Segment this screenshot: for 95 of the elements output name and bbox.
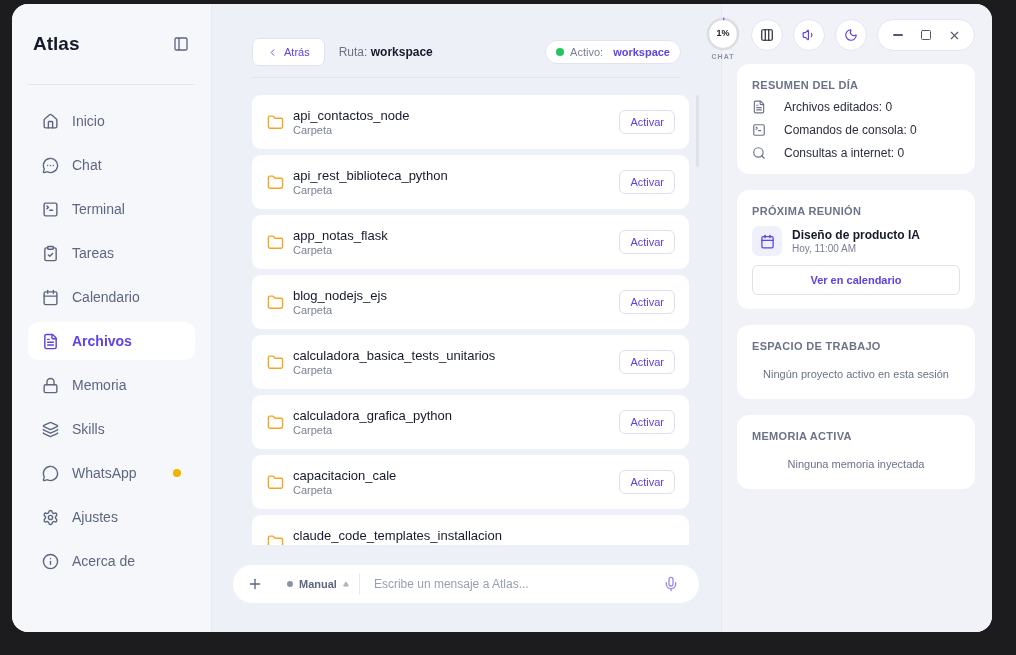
folder-type: Carpeta [293, 364, 334, 376]
nav-item[interactable]: Skills [28, 410, 195, 448]
active-workspace-badge: Activo: workspace [545, 40, 681, 64]
app-title: Atlas [33, 33, 80, 55]
terminal-icon [752, 123, 766, 137]
mode-selector[interactable]: Manual [275, 573, 360, 595]
activate-button[interactable]: Activar [619, 350, 675, 374]
speech-bubble-icon [42, 464, 59, 482]
meeting-time: Hoy, 11:00 AM [792, 243, 858, 254]
clipboard-icon [42, 244, 59, 262]
empty-message: Ningún proyecto activo en esta sesión [762, 367, 950, 382]
sound-button[interactable] [793, 19, 825, 51]
folder-row[interactable]: calculadora_grafica_python Carpeta Activar [252, 395, 689, 449]
calendar-icon [752, 226, 782, 256]
nav-item[interactable]: Inicio [28, 102, 195, 140]
plus-icon[interactable] [247, 576, 263, 592]
folder-icon [267, 233, 284, 251]
home-icon [42, 112, 59, 130]
folder-row[interactable]: blog_nodejs_ejs Carpeta Activar [252, 275, 689, 329]
activate-button[interactable]: Activar [619, 170, 675, 194]
folder-icon [267, 353, 284, 371]
folder-row[interactable]: api_rest_biblioteca_python Carpeta Activar [252, 155, 689, 209]
card-title: RESUMEN DEL DÍA [752, 79, 860, 91]
terminal-icon [42, 200, 59, 218]
folder-name: api_contactos_node [293, 108, 410, 123]
view-calendar-button[interactable]: Ver en calendario [752, 265, 960, 295]
nav-item[interactable]: Ajustes [28, 498, 195, 536]
card-title: PRÓXIMA REUNIÓN [752, 205, 863, 217]
stat-text: Archivos editados: 0 [784, 100, 893, 114]
folder-icon [267, 473, 284, 491]
folder-name: calculadora_grafica_python [293, 408, 452, 423]
folder-icon [267, 293, 284, 311]
activate-button[interactable]: Activar [619, 110, 675, 134]
caret-icon [342, 581, 349, 587]
folder-type: Carpeta [293, 484, 334, 496]
stat-text: Comandos de consola: 0 [784, 123, 917, 137]
settings-icon [42, 508, 59, 526]
folder-row[interactable]: app_notas_flask Carpeta Activar [252, 215, 689, 269]
folder-row[interactable]: claude_code_templates_installacion [252, 515, 689, 545]
meeting-name: Diseño de producto IA [792, 228, 920, 242]
maximize-icon [920, 29, 932, 41]
lock-icon [42, 376, 59, 394]
card-title: ESPACIO DE TRABAJO [752, 340, 882, 352]
moon-icon [844, 28, 858, 42]
empty-message: Ninguna memoria inyectada [786, 457, 926, 472]
folder-icon [267, 173, 284, 191]
folder-type: Carpeta [293, 184, 334, 196]
folder-row[interactable]: capacitacion_cale Carpeta Activar [252, 455, 689, 509]
nav-item[interactable]: Calendario [28, 278, 195, 316]
columns-icon [760, 28, 774, 42]
folder-type: Carpeta [293, 304, 334, 316]
folder-row[interactable]: calculadora_basica_tests_unitarios Carpeta Activar [252, 335, 689, 389]
folder-type: Carpeta [293, 244, 334, 256]
layers-icon [42, 420, 59, 438]
folder-name: claude_code_templates_installacion [293, 527, 502, 543]
message-composer[interactable]: Manual Escribe un mensaje a Atlas... [233, 565, 699, 603]
calendar-icon [42, 288, 59, 306]
document-icon [752, 100, 766, 114]
folder-name: calculadora_basica_tests_unitarios [293, 348, 496, 363]
stat-text: Consultas a internet: 0 [784, 146, 905, 160]
info-icon [42, 552, 59, 570]
nav-item[interactable]: Terminal [28, 190, 195, 228]
microphone-icon[interactable] [663, 576, 679, 592]
nav-item[interactable]: Chat [28, 146, 195, 184]
layout-button[interactable] [751, 19, 783, 51]
path-label: Ruta: workspace [338, 45, 433, 59]
nav-item[interactable]: Memoria [28, 366, 195, 404]
status-dot [556, 48, 565, 56]
sidebar-toggle-icon[interactable] [173, 36, 189, 52]
folder-type: Carpeta [293, 124, 334, 136]
folder-icon [267, 533, 284, 545]
activate-button[interactable]: Activar [619, 470, 675, 494]
dark-mode-button[interactable] [835, 19, 867, 51]
minimize-icon [893, 34, 903, 36]
folder-icon [267, 113, 284, 131]
activate-button[interactable]: Activar [619, 230, 675, 254]
folder-row[interactable]: api_contactos_node Carpeta Activar [252, 95, 689, 149]
nav-item[interactable]: Acerca de [28, 542, 195, 580]
search-icon [752, 146, 766, 160]
folder-name: capacitacion_cale [293, 468, 397, 483]
document-icon [42, 332, 59, 350]
activate-button[interactable]: Activar [619, 290, 675, 314]
nav-item[interactable]: Archivos [28, 322, 195, 360]
folder-name: api_rest_biblioteca_python [293, 168, 448, 183]
context-usage-ring: 1% [706, 17, 740, 51]
nav-item[interactable]: Tareas [28, 234, 195, 272]
back-button[interactable]: Atrás [252, 38, 325, 66]
chat-bubble-icon [42, 156, 59, 174]
card-title: MEMORIA ACTIVA [752, 430, 853, 442]
nav-item[interactable]: WhatsApp [28, 454, 195, 492]
activate-button[interactable]: Activar [619, 410, 675, 434]
folder-name: app_notas_flask [293, 228, 388, 243]
folder-name: blog_nodejs_ejs [293, 288, 387, 303]
folder-icon [267, 413, 284, 431]
folder-type: Carpeta [293, 424, 334, 436]
